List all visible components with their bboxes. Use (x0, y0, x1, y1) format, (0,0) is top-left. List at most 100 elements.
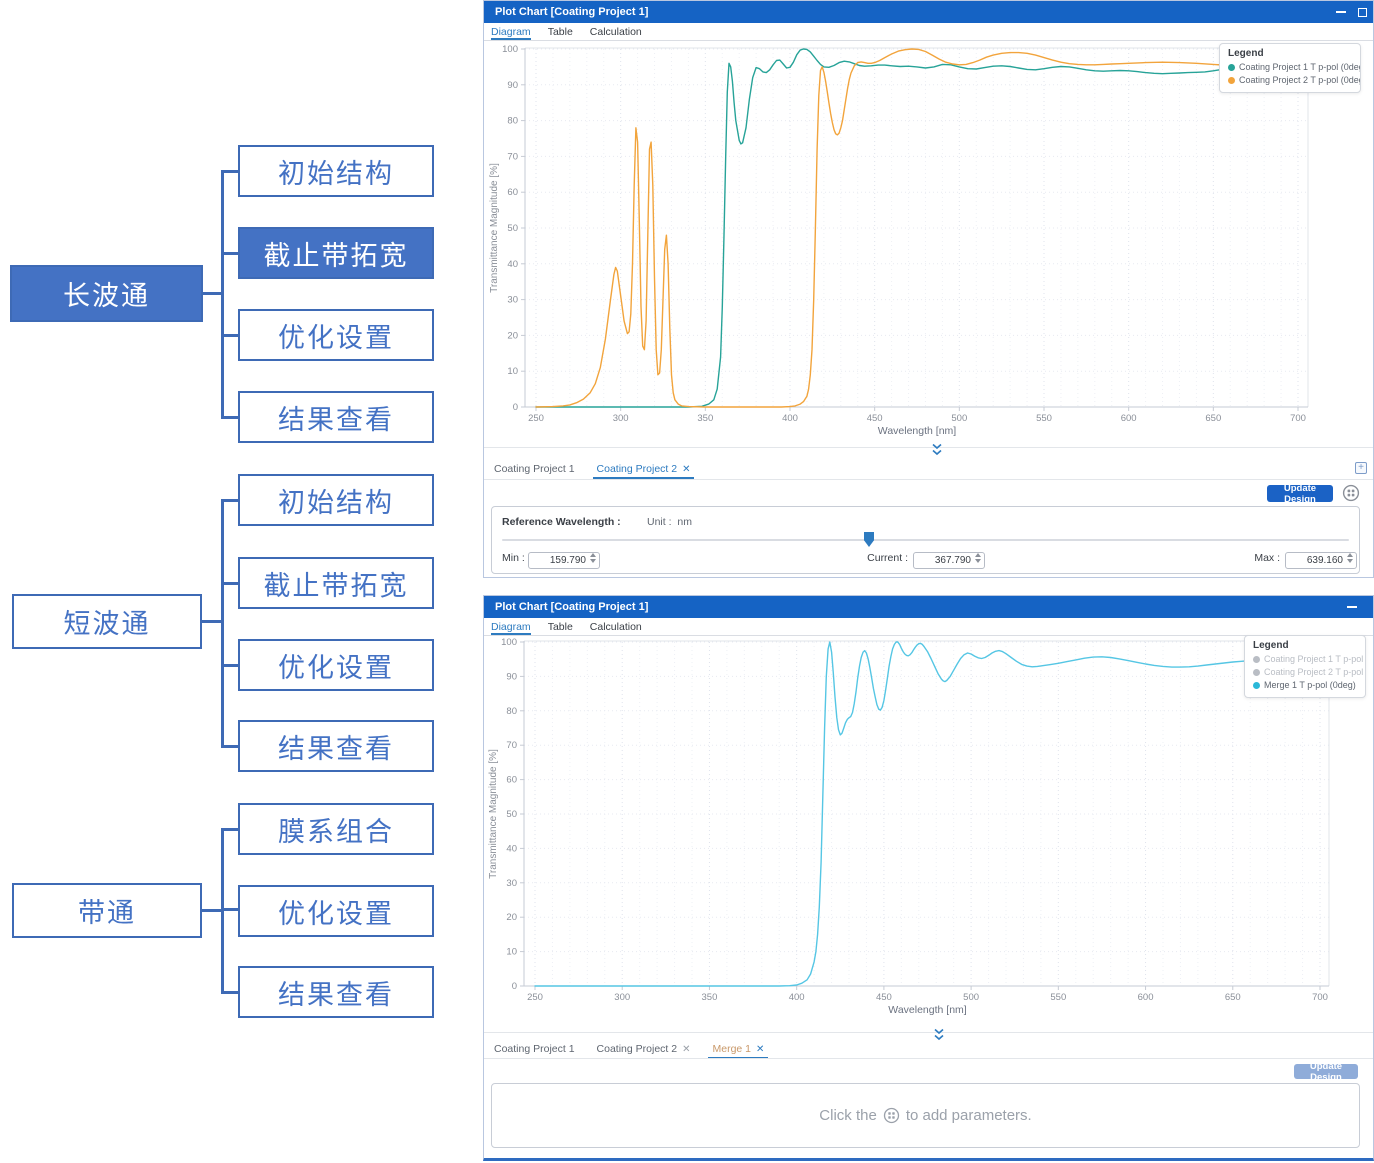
svg-text:60: 60 (507, 187, 518, 198)
flow-node-bandpass: 带通 (12, 883, 202, 938)
legend-item: Coating Project 1 T p-pol (0deg) (1253, 653, 1357, 666)
spinner-icon[interactable] (975, 553, 981, 563)
minimize-icon[interactable] (1336, 11, 1346, 13)
menu-calculation[interactable]: Calculation (590, 618, 642, 635)
menu-table[interactable]: Table (548, 618, 573, 635)
svg-text:250: 250 (528, 413, 544, 424)
svg-text:0: 0 (513, 402, 518, 413)
flow-node-initial-structure-1: 初始结构 (238, 145, 434, 197)
tab-coating-project-2[interactable]: Coating Project 2✕ (597, 459, 691, 479)
flow-node-optimization-2: 优化设置 (238, 639, 434, 691)
minimize-icon[interactable] (1347, 606, 1357, 608)
plot-chart-window-1: Plot Chart [Coating Project 1] Diagram T… (483, 0, 1374, 578)
connector (221, 170, 238, 173)
titlebar[interactable]: Plot Chart [Coating Project 1] (484, 1, 1373, 23)
titlebar[interactable]: Plot Chart [Coating Project 1] (484, 596, 1373, 618)
flow-node-stack-combination: 膜系组合 (238, 803, 434, 855)
svg-text:40: 40 (506, 843, 517, 854)
close-tab-icon[interactable]: ✕ (682, 1044, 690, 1055)
connector (221, 582, 238, 585)
update-design-button[interactable]: Update Design (1267, 485, 1333, 502)
unit-label: Unit : nm (647, 516, 692, 528)
connector (221, 252, 238, 255)
maximize-icon[interactable] (1358, 8, 1367, 17)
flow-node-optimization-1: 优化设置 (238, 309, 434, 361)
flow-node-label: 初始结构 (278, 152, 394, 191)
flow-node-longpass: 长波通 (10, 265, 203, 322)
empty-hint: Click the to add parameters. (492, 1084, 1359, 1147)
svg-text:500: 500 (963, 992, 979, 1003)
flow-node-label: 膜系组合 (278, 810, 394, 849)
max-input-wrap (1285, 550, 1357, 567)
flow-node-label: 短波通 (64, 602, 151, 641)
tab-coating-project-2[interactable]: Coating Project 2✕ (597, 1039, 691, 1059)
project-tab-bar: Coating Project 1 Coating Project 2✕ Mer… (484, 1039, 1373, 1059)
update-design-button[interactable]: Update Design (1294, 1064, 1358, 1079)
project-tab-bar: Coating Project 1 Coating Project 2✕ (484, 459, 1373, 479)
window-title: Plot Chart [Coating Project 1] (484, 6, 648, 18)
parameters-empty-panel: Click the to add parameters. (491, 1083, 1360, 1148)
flow-node-label: 结果查看 (278, 727, 394, 766)
svg-text:600: 600 (1138, 992, 1154, 1003)
svg-text:10: 10 (507, 366, 518, 377)
connector (221, 991, 238, 994)
svg-text:50: 50 (507, 223, 518, 234)
connector (221, 499, 238, 502)
wavelength-slider-handle[interactable] (864, 532, 874, 547)
svg-text:450: 450 (876, 992, 892, 1003)
add-tab-icon[interactable]: + (1355, 462, 1367, 474)
screenshot-root: 长波通 初始结构 截止带拓宽 优化设置 结果查看 短波通 初始结构 截止带拓宽 … (0, 0, 1374, 1163)
collapse-chevron-icon[interactable] (929, 443, 945, 457)
close-tab-icon[interactable]: ✕ (756, 1044, 764, 1055)
svg-text:Transmittance Magnitude [%]: Transmittance Magnitude [%] (489, 163, 500, 293)
svg-text:70: 70 (506, 740, 517, 751)
menu-diagram[interactable]: Diagram (491, 23, 531, 40)
menu-calculation[interactable]: Calculation (590, 23, 642, 40)
flow-node-results-2: 结果查看 (238, 720, 434, 772)
tab-coating-project-1[interactable]: Coating Project 1 (494, 459, 575, 479)
svg-text:500: 500 (951, 413, 967, 424)
svg-text:20: 20 (506, 912, 517, 923)
legend-title: Legend (1228, 48, 1352, 59)
svg-text:30: 30 (507, 295, 518, 306)
svg-text:700: 700 (1290, 413, 1306, 424)
svg-text:Wavelength [nm]: Wavelength [nm] (878, 425, 956, 437)
svg-text:10: 10 (506, 947, 517, 958)
connector (221, 171, 224, 419)
svg-text:30: 30 (506, 878, 517, 889)
spinner-icon[interactable] (1347, 553, 1353, 563)
svg-text:50: 50 (506, 809, 517, 820)
connector (221, 664, 238, 667)
svg-text:550: 550 (1050, 992, 1066, 1003)
flow-node-cutoff-widening-1: 截止带拓宽 (238, 227, 434, 279)
wavelength-slider-track[interactable] (502, 539, 1349, 541)
connector (221, 829, 224, 993)
svg-text:80: 80 (506, 706, 517, 717)
max-label: Max : (1240, 552, 1280, 564)
series-dot-icon (1253, 669, 1260, 676)
min-label: Min : (502, 552, 525, 564)
connector (221, 416, 238, 419)
close-tab-icon[interactable]: ✕ (682, 464, 690, 475)
reference-wavelength-panel: Reference Wavelength : Unit : nm Min : C… (491, 506, 1360, 574)
flow-node-label: 截止带拓宽 (264, 564, 409, 603)
spinner-icon[interactable] (590, 553, 596, 563)
series-dot-icon (1228, 77, 1235, 84)
menu-diagram[interactable]: Diagram (491, 618, 531, 635)
menu-table[interactable]: Table (548, 23, 573, 40)
svg-text:Wavelength [nm]: Wavelength [nm] (888, 1004, 966, 1016)
add-parameters-icon[interactable] (883, 1107, 900, 1124)
svg-text:90: 90 (507, 80, 518, 91)
svg-text:70: 70 (507, 151, 518, 162)
svg-text:250: 250 (527, 992, 543, 1003)
tab-coating-project-1[interactable]: Coating Project 1 (494, 1039, 575, 1059)
current-label: Current : (864, 552, 908, 564)
tab-merge-1[interactable]: Merge 1✕ (712, 1039, 764, 1059)
series-dot-icon (1253, 682, 1260, 689)
unit-value: nm (677, 516, 692, 528)
svg-text:100: 100 (502, 44, 518, 55)
flow-node-label: 优化设置 (278, 316, 394, 355)
series-dot-icon (1253, 656, 1260, 663)
svg-text:350: 350 (697, 413, 713, 424)
add-parameters-icon[interactable] (1342, 484, 1360, 507)
